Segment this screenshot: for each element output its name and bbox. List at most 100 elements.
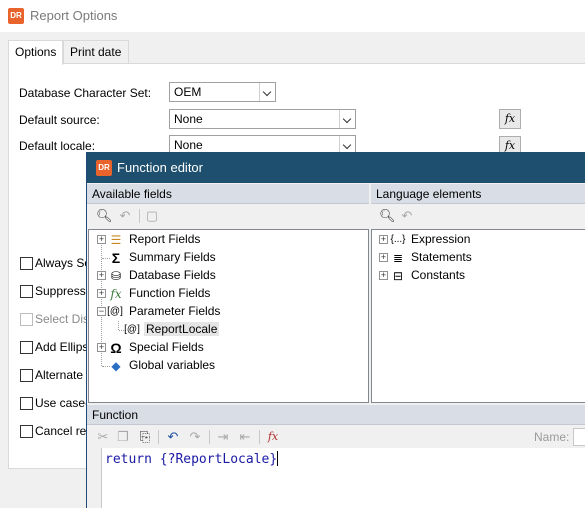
function-code-editor[interactable]: return {?ReportLocale} (101, 448, 585, 508)
tree-item-constants[interactable]: + ⊟ Constants (372, 267, 585, 285)
constants-icon: ⊟ (392, 269, 404, 283)
tree-item-reportlocale[interactable]: [@] ReportLocale (89, 321, 368, 339)
window-title: Report Options (30, 8, 118, 23)
chevron-down-icon[interactable] (339, 110, 355, 128)
cut-icon[interactable]: ✂ (95, 429, 111, 445)
search-icon[interactable]: 🔍︎ (96, 208, 113, 224)
check-syntax-icon[interactable]: fx (265, 429, 281, 445)
language-elements-header: Language elements (371, 184, 585, 204)
function-editor-window: DR Function editor Available fields 🔍︎ ↶… (86, 152, 585, 508)
paste-icon[interactable]: ⎘ (137, 429, 153, 445)
tree-item-statements[interactable]: + ≣ Statements (372, 249, 585, 267)
tab-options[interactable]: Options (8, 40, 63, 65)
outdent-icon[interactable]: ⇤ (237, 429, 253, 445)
default-source-fx-button[interactable]: fx (499, 109, 521, 129)
database-icon: ⛁ (110, 269, 122, 283)
checkbox[interactable] (20, 341, 33, 354)
code-text: return {?ReportLocale} (105, 452, 278, 467)
chevron-down-icon[interactable] (259, 83, 275, 101)
tree-item-label: Parameter Fields (129, 304, 221, 318)
redo-icon[interactable]: ↷ (187, 429, 203, 445)
tree-item-parameter-fields[interactable]: − [@] Parameter Fields (89, 303, 368, 321)
tree-item-label: Constants (411, 268, 466, 282)
fx-icon: fx (110, 287, 122, 301)
language-elements-toolbar: 🔍︎ ↶ (371, 205, 585, 227)
tree-item-label: Expression (411, 232, 471, 246)
checkbox-label: Alternate (35, 368, 84, 382)
charset-value: OEM (174, 85, 202, 99)
expand-icon[interactable]: + (97, 343, 106, 352)
cube-icon: ◆ (111, 359, 121, 373)
function-editor-title: Function editor (117, 160, 203, 175)
code-line: return {?ReportLocale} (105, 451, 279, 467)
checkbox[interactable] (20, 425, 33, 438)
available-fields-toolbar: 🔍︎ ↶ ▢ (87, 205, 369, 227)
function-header: Function (87, 405, 585, 425)
default-source-value: None (174, 112, 203, 126)
tree-item-label: Statements (411, 250, 472, 264)
tree-item-label: Global variables (129, 358, 216, 372)
checkbox[interactable] (20, 369, 33, 382)
checkbox[interactable] (20, 285, 33, 298)
charset-label: Database Character Set: (19, 86, 152, 100)
checkbox-label: Always So (35, 256, 92, 270)
checkbox-label: Suppress (35, 284, 86, 298)
text-caret (277, 451, 279, 466)
available-fields-tree[interactable]: + ☰ Report Fields Σ Summary Fields + ⛁ D… (88, 229, 369, 403)
parameter-icon: [@] (107, 306, 123, 317)
checkbox[interactable] (20, 257, 33, 270)
function-editor-title-bar[interactable]: DR Function editor (87, 152, 585, 183)
indent-icon[interactable]: ⇥ (215, 429, 231, 445)
collapse-icon[interactable]: − (97, 307, 106, 316)
default-locale-label: Default locale: (19, 139, 96, 153)
name-label: Name: (534, 430, 570, 444)
default-locale-value: None (174, 138, 203, 152)
expand-icon[interactable]: + (379, 235, 388, 244)
tree-item-label: Summary Fields (129, 250, 216, 264)
back-arrow-icon[interactable]: ↶ (117, 208, 133, 224)
statements-icon: ≣ (392, 251, 404, 265)
tree-item-database-fields[interactable]: + ⛁ Database Fields (89, 267, 368, 285)
copy-icon[interactable]: ❐ (115, 429, 131, 445)
sigma-icon: Σ (111, 250, 121, 266)
tree-item-expression[interactable]: + {...} Expression (372, 231, 585, 249)
default-source-label: Default source: (19, 113, 100, 127)
tree-item-report-fields[interactable]: + ☰ Report Fields (89, 231, 368, 249)
tree-item-special-fields[interactable]: + Ω Special Fields (89, 339, 368, 357)
tree-item-label: Special Fields (129, 340, 204, 354)
expand-icon[interactable]: + (97, 271, 106, 280)
expand-icon[interactable]: + (379, 271, 388, 280)
report-fields-icon: ☰ (110, 233, 122, 247)
checkbox-label: Select Dis (35, 312, 90, 326)
tree-item-summary-fields[interactable]: Σ Summary Fields (89, 249, 368, 267)
parameter-icon: [@] (124, 324, 140, 335)
report-options-title-bar: DR Report Options (0, 0, 585, 32)
tree-item-label: Function Fields (129, 286, 211, 300)
tree-item-global-variables[interactable]: ◆ Global variables (89, 357, 368, 375)
expand-icon[interactable]: + (97, 235, 106, 244)
checkbox-label: Cancel re (35, 424, 87, 438)
available-fields-header: Available fields (87, 184, 369, 204)
language-elements-tree[interactable]: + {...} Expression + ≣ Statements + ⊟ Co… (371, 229, 585, 403)
undo-icon[interactable]: ↶ (165, 429, 181, 445)
tab-print-date[interactable]: Print date (63, 40, 129, 64)
default-source-select[interactable]: None (169, 109, 356, 129)
checkbox-label: Add Ellips (35, 340, 89, 354)
tree-item-label: ReportLocale (144, 322, 220, 336)
tree-item-label: Report Fields (129, 232, 201, 246)
find-icon[interactable]: ▢ (144, 208, 160, 224)
search-icon[interactable]: 🔍︎ (379, 208, 396, 224)
app-logo-icon: DR (8, 8, 24, 24)
expand-icon[interactable]: + (97, 289, 106, 298)
checkbox (20, 313, 33, 326)
tree-item-function-fields[interactable]: + fx Function Fields (89, 285, 368, 303)
back-arrow-icon[interactable]: ↶ (399, 208, 415, 224)
charset-select[interactable]: OEM (169, 82, 276, 102)
braces-icon: {...} (390, 234, 406, 245)
app-logo-icon: DR (96, 160, 112, 176)
expand-icon[interactable]: + (379, 253, 388, 262)
tree-item-label: Database Fields (129, 268, 216, 282)
function-toolbar: ✂ ❐ ⎘ ↶ ↷ ⇥ ⇤ fx Name: (87, 426, 585, 448)
name-field[interactable] (573, 428, 585, 446)
checkbox[interactable] (20, 397, 33, 410)
